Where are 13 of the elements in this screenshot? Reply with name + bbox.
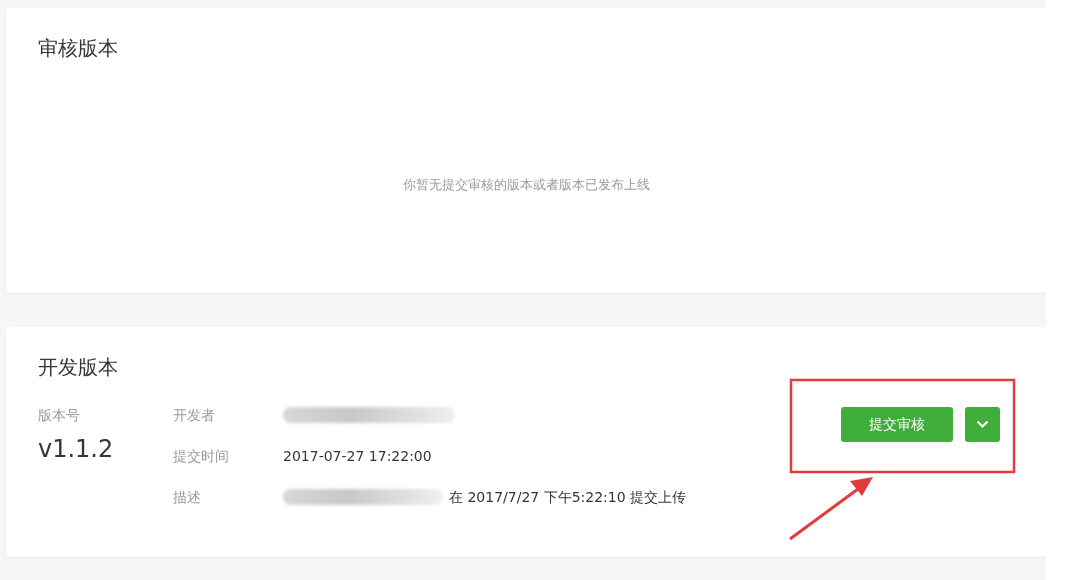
field-label: 提交时间 bbox=[173, 447, 230, 466]
version-label: 版本号 bbox=[38, 406, 81, 425]
card-title: 审核版本 bbox=[38, 35, 119, 62]
field-label: 描述 bbox=[173, 488, 202, 507]
dropdown-button[interactable] bbox=[965, 407, 1000, 442]
submit-review-button[interactable]: 提交审核 bbox=[841, 407, 953, 442]
empty-message: 你暂无提交审核的版本或者版本已发布上线 bbox=[402, 176, 650, 194]
field-value: 在 2017/7/27 下午5:22:10 提交上传 bbox=[449, 488, 687, 507]
field-label: 开发者 bbox=[173, 406, 216, 425]
version-number: v1.1.2 bbox=[38, 435, 115, 463]
chevron-down-icon bbox=[976, 420, 989, 429]
field-value: 2017-07-27 17:22:00 bbox=[283, 447, 432, 466]
card-title: 开发版本 bbox=[38, 354, 119, 381]
